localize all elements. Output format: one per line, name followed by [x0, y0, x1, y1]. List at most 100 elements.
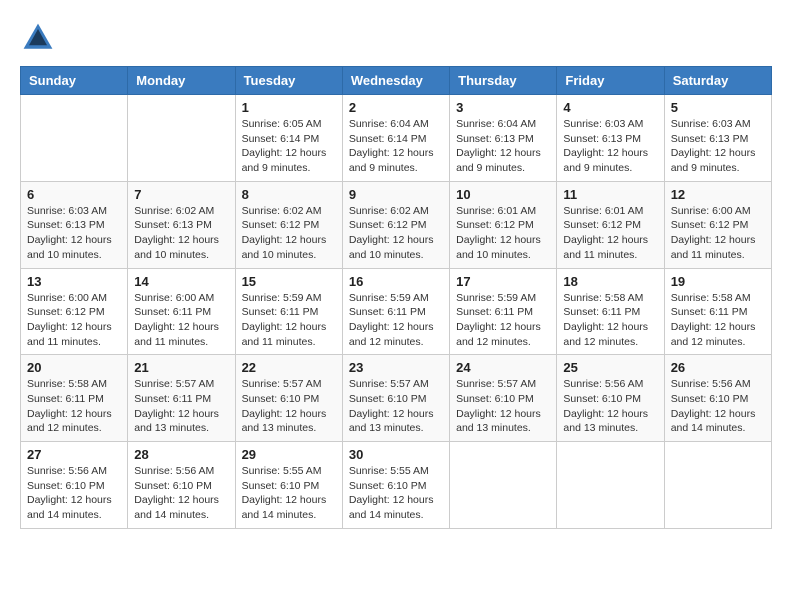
day-info: Sunrise: 6:05 AM Sunset: 6:14 PM Dayligh…: [242, 117, 336, 176]
weekday-header-row: SundayMondayTuesdayWednesdayThursdayFrid…: [21, 67, 772, 95]
calendar-week-row: 1 Sunrise: 6:05 AM Sunset: 6:14 PM Daylig…: [21, 95, 772, 182]
weekday-header: Thursday: [450, 67, 557, 95]
day-info: Sunrise: 5:56 AM Sunset: 6:10 PM Dayligh…: [27, 464, 121, 523]
day-number: 14: [134, 274, 228, 289]
calendar-cell: 30 Sunrise: 5:55 AM Sunset: 6:10 PM Dayli…: [342, 442, 449, 529]
calendar-cell: 21 Sunrise: 5:57 AM Sunset: 6:11 PM Dayli…: [128, 355, 235, 442]
day-number: 27: [27, 447, 121, 462]
day-info: Sunrise: 5:58 AM Sunset: 6:11 PM Dayligh…: [563, 291, 657, 350]
calendar-cell: 11 Sunrise: 6:01 AM Sunset: 6:12 PM Dayli…: [557, 181, 664, 268]
day-number: 20: [27, 360, 121, 375]
calendar-cell: 29Sunrise: 5:55 AM Sunset: 6:10 PM Dayli…: [235, 442, 342, 529]
calendar: SundayMondayTuesdayWednesdayThursdayFrid…: [20, 66, 772, 529]
calendar-cell: 14 Sunrise: 6:00 AM Sunset: 6:11 PM Dayli…: [128, 268, 235, 355]
calendar-cell: 7 Sunrise: 6:02 AM Sunset: 6:13 PM Daylig…: [128, 181, 235, 268]
day-info: Sunrise: 6:03 AM Sunset: 6:13 PM Dayligh…: [671, 117, 765, 176]
day-number: 7: [134, 187, 228, 202]
calendar-cell: 8 Sunrise: 6:02 AM Sunset: 6:12 PM Daylig…: [235, 181, 342, 268]
day-info: Sunrise: 5:57 AM Sunset: 6:10 PM Dayligh…: [242, 377, 336, 436]
day-number: 10: [456, 187, 550, 202]
day-number: 2: [349, 100, 443, 115]
day-number: 25: [563, 360, 657, 375]
day-info: Sunrise: 6:02 AM Sunset: 6:12 PM Dayligh…: [242, 204, 336, 263]
calendar-cell: 13Sunrise: 6:00 AM Sunset: 6:12 PM Dayli…: [21, 268, 128, 355]
day-number: 8: [242, 187, 336, 202]
calendar-cell: 23 Sunrise: 5:57 AM Sunset: 6:10 PM Dayli…: [342, 355, 449, 442]
calendar-cell: [21, 95, 128, 182]
day-number: 23: [349, 360, 443, 375]
calendar-week-row: 20 Sunrise: 5:58 AM Sunset: 6:11 PM Dayli…: [21, 355, 772, 442]
day-info: Sunrise: 5:56 AM Sunset: 6:10 PM Dayligh…: [563, 377, 657, 436]
day-info: Sunrise: 6:01 AM Sunset: 6:12 PM Dayligh…: [456, 204, 550, 263]
calendar-cell: 2 Sunrise: 6:04 AM Sunset: 6:14 PM Daylig…: [342, 95, 449, 182]
calendar-cell: 1 Sunrise: 6:05 AM Sunset: 6:14 PM Daylig…: [235, 95, 342, 182]
calendar-cell: [128, 95, 235, 182]
day-info: Sunrise: 6:00 AM Sunset: 6:11 PM Dayligh…: [134, 291, 228, 350]
day-number: 19: [671, 274, 765, 289]
calendar-week-row: 27 Sunrise: 5:56 AM Sunset: 6:10 PM Dayli…: [21, 442, 772, 529]
day-info: Sunrise: 5:57 AM Sunset: 6:11 PM Dayligh…: [134, 377, 228, 436]
calendar-cell: 16 Sunrise: 5:59 AM Sunset: 6:11 PM Dayli…: [342, 268, 449, 355]
day-info: Sunrise: 5:59 AM Sunset: 6:11 PM Dayligh…: [349, 291, 443, 350]
page-header: [20, 20, 772, 56]
day-info: Sunrise: 6:00 AM Sunset: 6:12 PM Dayligh…: [671, 204, 765, 263]
day-number: 1: [242, 100, 336, 115]
day-number: 21: [134, 360, 228, 375]
day-info: Sunrise: 5:56 AM Sunset: 6:10 PM Dayligh…: [671, 377, 765, 436]
calendar-cell: 12 Sunrise: 6:00 AM Sunset: 6:12 PM Dayli…: [664, 181, 771, 268]
calendar-cell: 6 Sunrise: 6:03 AM Sunset: 6:13 PM Daylig…: [21, 181, 128, 268]
calendar-cell: 27 Sunrise: 5:56 AM Sunset: 6:10 PM Dayli…: [21, 442, 128, 529]
calendar-cell: 4 Sunrise: 6:03 AM Sunset: 6:13 PM Daylig…: [557, 95, 664, 182]
day-number: 9: [349, 187, 443, 202]
day-info: Sunrise: 5:58 AM Sunset: 6:11 PM Dayligh…: [27, 377, 121, 436]
day-number: 6: [27, 187, 121, 202]
day-number: 22: [242, 360, 336, 375]
day-number: 13: [27, 274, 121, 289]
weekday-header: Saturday: [664, 67, 771, 95]
calendar-cell: 28Sunrise: 5:56 AM Sunset: 6:10 PM Dayli…: [128, 442, 235, 529]
day-number: 16: [349, 274, 443, 289]
day-number: 12: [671, 187, 765, 202]
day-info: Sunrise: 6:03 AM Sunset: 6:13 PM Dayligh…: [563, 117, 657, 176]
weekday-header: Sunday: [21, 67, 128, 95]
day-number: 11: [563, 187, 657, 202]
day-info: Sunrise: 5:57 AM Sunset: 6:10 PM Dayligh…: [456, 377, 550, 436]
calendar-cell: 24 Sunrise: 5:57 AM Sunset: 6:10 PM Dayli…: [450, 355, 557, 442]
day-info: Sunrise: 5:57 AM Sunset: 6:10 PM Dayligh…: [349, 377, 443, 436]
day-info: Sunrise: 5:56 AM Sunset: 6:10 PM Dayligh…: [134, 464, 228, 523]
calendar-cell: [664, 442, 771, 529]
day-number: 29: [242, 447, 336, 462]
calendar-cell: 19 Sunrise: 5:58 AM Sunset: 6:11 PM Dayli…: [664, 268, 771, 355]
calendar-cell: 20 Sunrise: 5:58 AM Sunset: 6:11 PM Dayli…: [21, 355, 128, 442]
day-info: Sunrise: 6:02 AM Sunset: 6:12 PM Dayligh…: [349, 204, 443, 263]
logo: [20, 20, 62, 56]
calendar-week-row: 13Sunrise: 6:00 AM Sunset: 6:12 PM Dayli…: [21, 268, 772, 355]
weekday-header: Friday: [557, 67, 664, 95]
day-info: Sunrise: 6:02 AM Sunset: 6:13 PM Dayligh…: [134, 204, 228, 263]
day-number: 30: [349, 447, 443, 462]
day-info: Sunrise: 6:04 AM Sunset: 6:14 PM Dayligh…: [349, 117, 443, 176]
day-number: 26: [671, 360, 765, 375]
day-number: 4: [563, 100, 657, 115]
day-info: Sunrise: 6:04 AM Sunset: 6:13 PM Dayligh…: [456, 117, 550, 176]
calendar-cell: 9 Sunrise: 6:02 AM Sunset: 6:12 PM Daylig…: [342, 181, 449, 268]
day-info: Sunrise: 5:58 AM Sunset: 6:11 PM Dayligh…: [671, 291, 765, 350]
day-info: Sunrise: 6:01 AM Sunset: 6:12 PM Dayligh…: [563, 204, 657, 263]
day-number: 24: [456, 360, 550, 375]
weekday-header: Monday: [128, 67, 235, 95]
calendar-cell: 10 Sunrise: 6:01 AM Sunset: 6:12 PM Dayli…: [450, 181, 557, 268]
calendar-cell: 22 Sunrise: 5:57 AM Sunset: 6:10 PM Dayli…: [235, 355, 342, 442]
day-info: Sunrise: 5:59 AM Sunset: 6:11 PM Dayligh…: [242, 291, 336, 350]
day-info: Sunrise: 6:03 AM Sunset: 6:13 PM Dayligh…: [27, 204, 121, 263]
calendar-cell: 15Sunrise: 5:59 AM Sunset: 6:11 PM Dayli…: [235, 268, 342, 355]
calendar-week-row: 6 Sunrise: 6:03 AM Sunset: 6:13 PM Daylig…: [21, 181, 772, 268]
calendar-cell: [450, 442, 557, 529]
day-info: Sunrise: 5:55 AM Sunset: 6:10 PM Dayligh…: [349, 464, 443, 523]
day-info: Sunrise: 5:59 AM Sunset: 6:11 PM Dayligh…: [456, 291, 550, 350]
calendar-cell: 3 Sunrise: 6:04 AM Sunset: 6:13 PM Daylig…: [450, 95, 557, 182]
calendar-cell: 26 Sunrise: 5:56 AM Sunset: 6:10 PM Dayli…: [664, 355, 771, 442]
weekday-header: Wednesday: [342, 67, 449, 95]
day-number: 3: [456, 100, 550, 115]
day-number: 5: [671, 100, 765, 115]
calendar-cell: 17Sunrise: 5:59 AM Sunset: 6:11 PM Dayli…: [450, 268, 557, 355]
